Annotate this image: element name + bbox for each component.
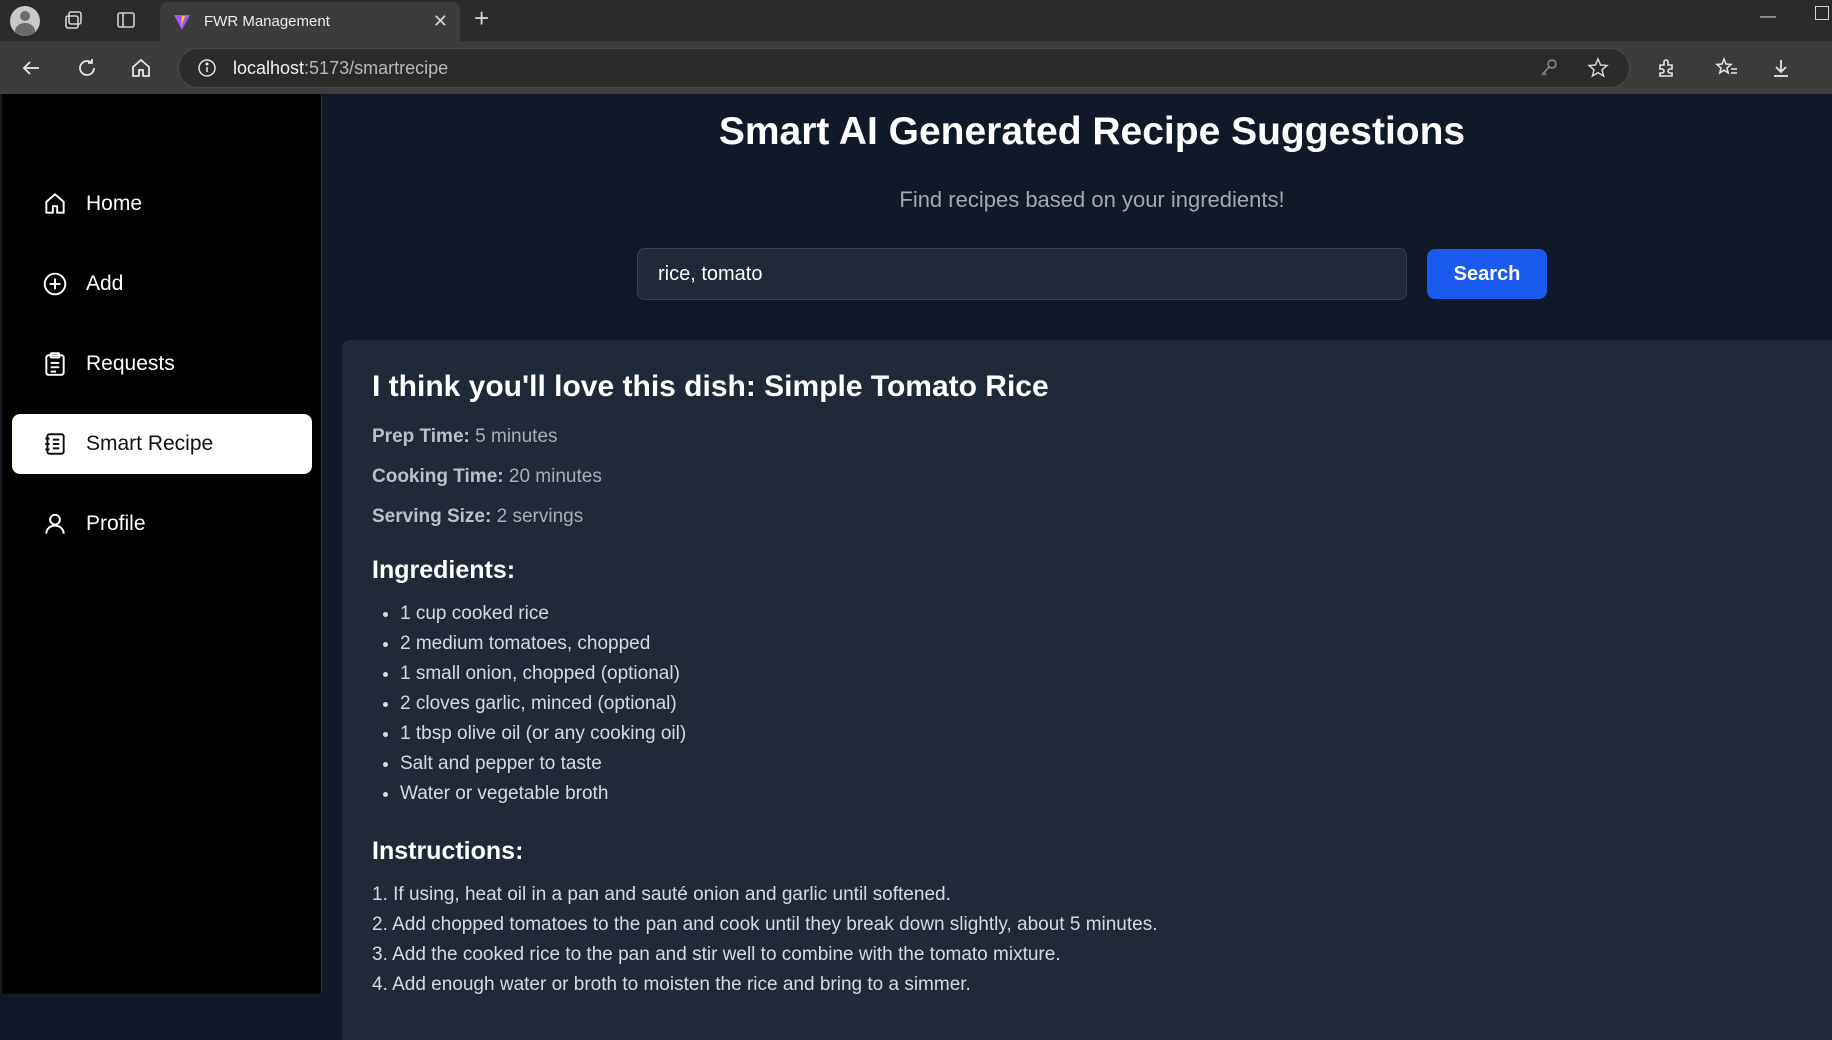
browser-tab-bar: FWR Management ✕ + — bbox=[0, 0, 1832, 41]
sidebar-item-label: Smart Recipe bbox=[86, 432, 214, 455]
user-icon bbox=[45, 513, 65, 534]
cooking-time: Cooking Time: 20 minutes bbox=[372, 466, 1812, 488]
ingredients-heading: Ingredients: bbox=[372, 556, 516, 584]
serving-size-value: 2 servings bbox=[496, 506, 584, 527]
maximize-icon[interactable] bbox=[1815, 6, 1829, 20]
url-host: localhost bbox=[233, 57, 305, 78]
instructions-list: 1. If using, heat oil in a pan and sauté… bbox=[372, 880, 1812, 1000]
prep-time: Prep Time: 5 minutes bbox=[372, 426, 1812, 448]
sidebar-item-requests[interactable]: Requests bbox=[12, 334, 312, 394]
list-item: 2 medium tomatoes, chopped bbox=[400, 629, 1812, 659]
recipe-book-icon bbox=[45, 433, 65, 455]
instructions-heading: Instructions: bbox=[372, 837, 524, 865]
back-icon[interactable] bbox=[14, 51, 48, 85]
sidebar-item-label: Home bbox=[86, 192, 143, 215]
address-toolbar: localhost:5173/smartrecipe bbox=[0, 41, 1832, 94]
new-tab-icon[interactable]: + bbox=[474, 3, 489, 34]
sidebar-item-add[interactable]: Add bbox=[12, 254, 312, 314]
site-info-icon[interactable] bbox=[197, 58, 217, 78]
plus-circle-icon bbox=[43, 272, 67, 296]
clipboard-icon bbox=[45, 352, 65, 376]
ingredients-search-input[interactable] bbox=[637, 248, 1407, 300]
favorites-icon[interactable] bbox=[1710, 51, 1744, 85]
workspaces-icon[interactable] bbox=[56, 2, 92, 38]
sidebar-item-label: Profile bbox=[86, 512, 146, 535]
list-item: 1 small onion, chopped (optional) bbox=[400, 659, 1812, 689]
list-item: Salt and pepper to taste bbox=[400, 749, 1812, 779]
tab-actions-icon[interactable] bbox=[108, 2, 144, 38]
home-icon bbox=[45, 192, 65, 214]
url-bar[interactable]: localhost:5173/smartrecipe bbox=[178, 48, 1630, 88]
serving-size-label: Serving Size: bbox=[372, 506, 492, 527]
favorite-star-icon[interactable] bbox=[1587, 57, 1609, 84]
sidebar-item-label: Requests bbox=[86, 352, 175, 375]
instruction-step: 2. Add chopped tomatoes to the pan and c… bbox=[372, 914, 1158, 935]
list-item: Water or vegetable broth bbox=[400, 779, 1812, 809]
sidebar-item-home[interactable]: Home bbox=[12, 174, 312, 234]
sidebar: Home Add Requests Smart Recipe Profile bbox=[2, 94, 322, 994]
list-item: 1 cup cooked rice bbox=[400, 599, 1812, 629]
home-browser-icon[interactable] bbox=[124, 51, 158, 85]
recipe-heading: I think you'll love this dish: Simple To… bbox=[372, 370, 1049, 403]
url-text: localhost:5173/smartrecipe bbox=[233, 58, 448, 79]
search-button[interactable]: Search bbox=[1427, 249, 1547, 299]
extensions-icon[interactable] bbox=[1650, 51, 1684, 85]
minimize-icon[interactable]: — bbox=[1760, 8, 1776, 26]
key-icon[interactable] bbox=[1539, 57, 1559, 84]
downloads-icon[interactable] bbox=[1764, 51, 1798, 85]
prep-time-value: 5 minutes bbox=[475, 426, 558, 447]
cooking-time-label: Cooking Time: bbox=[372, 466, 504, 487]
profile-avatar-icon[interactable] bbox=[10, 5, 40, 36]
tab-title: FWR Management bbox=[204, 13, 330, 30]
sidebar-item-label: Add bbox=[86, 272, 124, 295]
list-item: 2 cloves garlic, minced (optional) bbox=[400, 689, 1812, 719]
tab-fwr-management[interactable]: FWR Management ✕ bbox=[160, 2, 460, 41]
serving-size: Serving Size: 2 servings bbox=[372, 506, 1812, 528]
page-subtitle: Find recipes based on your ingredients! bbox=[899, 187, 1285, 212]
sidebar-item-profile[interactable]: Profile bbox=[12, 494, 312, 554]
instruction-step: 3. Add the cooked rice to the pan and st… bbox=[372, 944, 1061, 965]
refresh-icon[interactable] bbox=[70, 51, 104, 85]
recipe-card: I think you'll love this dish: Simple To… bbox=[342, 340, 1832, 1040]
url-path: :5173/smartrecipe bbox=[304, 57, 449, 78]
list-item: 1 tbsp olive oil (or any cooking oil) bbox=[400, 719, 1812, 749]
cooking-time-value: 20 minutes bbox=[508, 466, 602, 487]
page-title: Smart AI Generated Recipe Suggestions bbox=[718, 110, 1466, 153]
close-tab-icon[interactable]: ✕ bbox=[433, 11, 448, 32]
main-content: Smart AI Generated Recipe Suggestions Fi… bbox=[322, 94, 1832, 1040]
sidebar-item-smart-recipe[interactable]: Smart Recipe bbox=[12, 414, 312, 474]
instruction-step: 4. Add enough water or broth to moisten … bbox=[372, 974, 971, 995]
instruction-step: 1. If using, heat oil in a pan and sauté… bbox=[372, 884, 951, 905]
prep-time-label: Prep Time: bbox=[372, 426, 470, 447]
ingredients-list: 1 cup cooked rice 2 medium tomatoes, cho… bbox=[372, 599, 1812, 809]
vite-logo-icon bbox=[174, 14, 190, 30]
